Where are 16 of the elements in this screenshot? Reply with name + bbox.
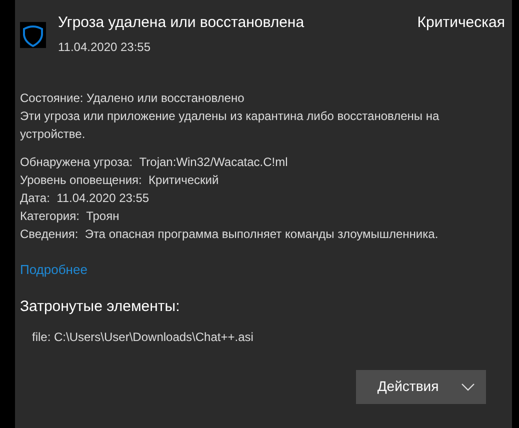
detail-line: Уровень оповещения: Критический [20, 172, 220, 188]
shield-icon [20, 22, 46, 48]
actions-button[interactable]: Действия [356, 370, 486, 404]
severity-label: Критическая [417, 13, 505, 33]
notification-date: 11.04.2020 23:55 [58, 38, 152, 56]
description-text: Эти угроза или приложение удалены из карантина либо восстановлены на устройстве. [20, 108, 440, 142]
status-text: Состояние: Удалено или восстановлено [20, 90, 246, 106]
section-heading: Затронутые элементы: [20, 298, 181, 316]
affected-file-path: file: C:\Users\User\Downloads\Chat++.asi [32, 328, 254, 346]
notification-title: Угроза удалена или восстановлена [58, 13, 304, 33]
chevron-down-icon [460, 382, 475, 390]
detail-line: Сведения: Эта опасная программа выполняет команды злоумышленника. [20, 226, 440, 242]
detail-line: Дата: 11.04.2020 23:55 [20, 190, 150, 206]
detail-line: Обнаружена угроза: Trojan:Win32/Wacatac.C!ml [20, 154, 289, 170]
detail-line: Категория: Троян [20, 208, 120, 224]
learn-more-link[interactable]: Подробнее [20, 260, 88, 278]
